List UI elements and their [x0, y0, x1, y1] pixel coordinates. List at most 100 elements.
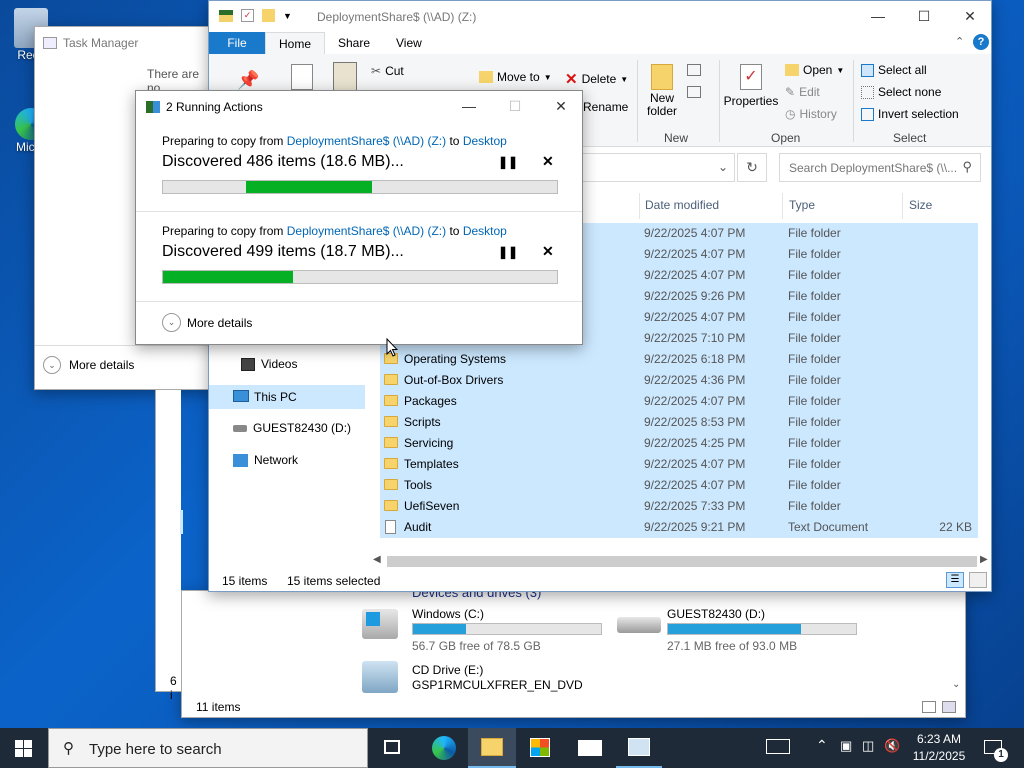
new-folder-button[interactable]: New folder: [645, 64, 679, 118]
properties-button[interactable]: ✓ Properties: [723, 64, 779, 108]
tab-file[interactable]: File: [209, 32, 265, 54]
start-button[interactable]: [0, 728, 48, 768]
tab-share[interactable]: Share: [325, 32, 383, 54]
file-date: 9/22/2025 7:10 PM: [644, 331, 746, 345]
drive-c[interactable]: Windows (C:) 56.7 GB free of 78.5 GB: [362, 605, 602, 653]
rename-button[interactable]: Rename: [583, 100, 628, 114]
delete-button[interactable]: ✕ Delete ▼: [565, 70, 628, 88]
file-type: File folder: [788, 457, 841, 471]
search-box[interactable]: Search DeploymentShare$ (\\... ⚲: [779, 153, 981, 182]
nav-item-this-pc[interactable]: This PC: [209, 385, 365, 409]
easy-access-icon[interactable]: [687, 86, 701, 98]
copy-op2-dest-link[interactable]: Desktop: [463, 224, 507, 238]
keyboard-icon[interactable]: [766, 739, 790, 754]
copy-op2-source-link[interactable]: DeploymentShare$ (\\AD) (Z:): [287, 224, 446, 238]
taskbar-file-explorer-button[interactable]: [468, 728, 516, 768]
taskbar-store-button[interactable]: [518, 728, 562, 768]
address-dropdown-icon[interactable]: ⌄: [718, 160, 728, 174]
help-icon[interactable]: ?: [973, 34, 989, 50]
network-status-icon[interactable]: ▣: [840, 738, 852, 754]
file-row[interactable]: Audit 9/22/2025 9:21 PM Text Document 22 KB: [380, 517, 978, 538]
h-scroll-left-icon[interactable]: ◀: [373, 554, 381, 565]
new-folder-small-icon[interactable]: [262, 9, 275, 22]
file-type: File folder: [788, 247, 841, 261]
view-details-button[interactable]: ☰: [946, 572, 964, 588]
task-view-button[interactable]: [376, 728, 408, 768]
copy-op1-source-link[interactable]: DeploymentShare$ (\\AD) (Z:): [287, 134, 446, 148]
file-row[interactable]: Scripts 9/22/2025 8:53 PM File folder: [380, 412, 978, 433]
drive-d-free: 27.1 MB free of 93.0 MB: [667, 639, 798, 653]
explorer-close-button[interactable]: ✕: [947, 1, 993, 31]
copy-dialog-minimize-button[interactable]: —: [446, 91, 492, 121]
edit-button[interactable]: ✎ Edit: [785, 85, 820, 99]
h-scroll-right-icon[interactable]: ▶: [980, 554, 988, 565]
copy-op2-cancel-button[interactable]: ✕: [542, 243, 554, 260]
file-row[interactable]: Templates 9/22/2025 4:07 PM File folder: [380, 454, 978, 475]
nav-videos-label: Videos: [261, 357, 298, 371]
copy-dialog-maximize-button[interactable]: ☐: [492, 91, 538, 121]
copy-op1-pause-button[interactable]: ❚❚: [498, 155, 518, 169]
tab-home[interactable]: Home: [265, 32, 326, 54]
back-view-details-icon[interactable]: [922, 701, 936, 713]
new-item-icon[interactable]: [687, 64, 701, 76]
back-scroll-down-icon[interactable]: ⌄: [952, 679, 960, 690]
pin-icon[interactable]: 📌: [237, 70, 259, 91]
taskbar-clock[interactable]: 6:23 AM 11/2/2025: [908, 731, 970, 765]
store-bag-icon: [530, 738, 550, 757]
invert-selection-button[interactable]: Invert selection: [861, 107, 959, 121]
task-manager-title: Task Manager: [63, 36, 139, 50]
videos-icon: [241, 357, 255, 371]
ribbon-collapse-icon[interactable]: ⌃: [955, 35, 964, 48]
column-header-size[interactable]: Size: [909, 198, 932, 212]
taskbar-mail-button[interactable]: [568, 728, 612, 768]
drive-d-usage-bar: [667, 623, 857, 635]
properties-check-icon[interactable]: ✓: [241, 9, 254, 22]
nav-item-network[interactable]: Network: [233, 453, 298, 467]
paste-icon[interactable]: [333, 62, 357, 92]
view-large-icons-button[interactable]: [969, 572, 987, 588]
volume-muted-icon[interactable]: 🔇: [884, 738, 900, 754]
open-button[interactable]: Open ▼: [785, 63, 844, 77]
drive-e[interactable]: CD Drive (E:) GSP1RMCULXFRER_EN_DVD: [362, 661, 622, 697]
copy-icon[interactable]: [291, 64, 313, 90]
history-button[interactable]: ◷ History: [785, 107, 837, 121]
qat-dropdown-icon[interactable]: ▼: [283, 11, 292, 21]
file-row[interactable]: Operating Systems 9/22/2025 6:18 PM File f…: [380, 349, 978, 370]
select-all-button[interactable]: Select all: [861, 63, 927, 77]
nav-item-guest-drive[interactable]: GUEST82430 (D:): [233, 421, 351, 435]
cut-button[interactable]: ✂ Cut: [371, 64, 404, 78]
copy-dialog-close-button[interactable]: ✕: [538, 91, 584, 121]
move-to-button[interactable]: Move to ▼: [479, 70, 552, 84]
file-date: 9/22/2025 4:07 PM: [644, 310, 746, 324]
copy-dialog-more-details[interactable]: ⌄ More details: [162, 313, 252, 332]
file-row[interactable]: Tools 9/22/2025 4:07 PM File folder: [380, 475, 978, 496]
action-center-button[interactable]: 1: [980, 728, 1020, 768]
tab-view[interactable]: View: [383, 32, 435, 54]
taskbar-edge-button[interactable]: [424, 728, 464, 768]
column-header-date[interactable]: Date modified: [645, 198, 719, 212]
copy-op1-progress-bar: [162, 180, 558, 194]
mouse-cursor-icon: [386, 338, 398, 357]
taskbar-task-manager-button[interactable]: [616, 728, 662, 768]
explorer-minimize-button[interactable]: —: [855, 1, 901, 31]
task-manager-more-details[interactable]: ⌄ More details: [43, 356, 134, 374]
file-row[interactable]: Out-of-Box Drivers 9/22/2025 4:36 PM File …: [380, 370, 978, 391]
chevron-up-icon[interactable]: ⌃: [816, 737, 828, 754]
column-header-type[interactable]: Type: [789, 198, 815, 212]
explorer-maximize-button[interactable]: ☐: [901, 1, 947, 31]
copy-op1-cancel-button[interactable]: ✕: [542, 153, 554, 170]
select-none-button[interactable]: Select none: [861, 85, 941, 99]
file-row[interactable]: UefiSeven 9/22/2025 7:33 PM File folder: [380, 496, 978, 517]
copy-op1-dest-link[interactable]: Desktop: [463, 134, 507, 148]
file-date: 9/22/2025 4:07 PM: [644, 457, 746, 471]
taskbar-search-box[interactable]: ⚲ Type here to search: [48, 728, 368, 768]
drive-d[interactable]: GUEST82430 (D:) 27.1 MB free of 93.0 MB: [617, 605, 862, 653]
file-row[interactable]: Servicing 9/22/2025 4:25 PM File folder: [380, 433, 978, 454]
refresh-button[interactable]: ↻: [737, 153, 767, 182]
file-row[interactable]: Packages 9/22/2025 4:07 PM File folder: [380, 391, 978, 412]
nav-item-videos[interactable]: Videos: [241, 357, 297, 371]
back-view-tiles-icon[interactable]: [942, 701, 956, 713]
copy-op2-pause-button[interactable]: ❚❚: [498, 245, 518, 259]
h-scrollbar-thumb[interactable]: [387, 556, 977, 567]
network-tray-icon[interactable]: ◫: [862, 738, 874, 754]
